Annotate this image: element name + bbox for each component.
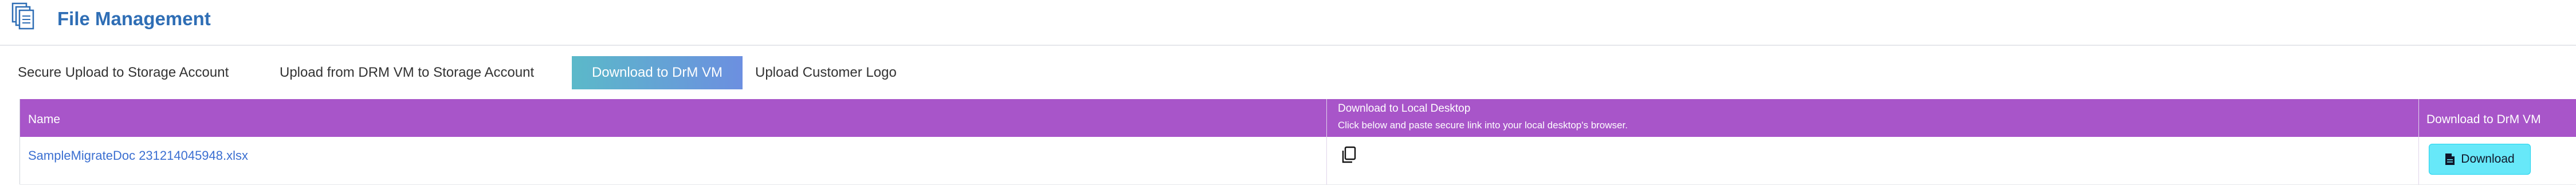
table-header: Name Download to Local Desktop Click bel… bbox=[20, 99, 2576, 137]
tab-upload-from-drm-vm[interactable]: Upload from DRM VM to Storage Account bbox=[280, 56, 534, 89]
tab-upload-customer-logo[interactable]: Upload Customer Logo bbox=[755, 56, 897, 89]
table-row: SampleMigrateDoc 231214045948.xlsx Downl… bbox=[20, 137, 2576, 185]
tab-bar: Secure Upload to Storage Account Upload … bbox=[0, 56, 2576, 89]
column-header-local-subtitle: Click below and paste secure link into y… bbox=[1338, 120, 1628, 131]
file-icon bbox=[2445, 153, 2455, 165]
page-header: File Management bbox=[0, 0, 2576, 46]
documents-icon bbox=[11, 2, 34, 30]
file-name-link[interactable]: SampleMigrateDoc 231214045948.xlsx bbox=[28, 148, 248, 163]
column-header-local-title: Download to Local Desktop bbox=[1338, 103, 1471, 115]
tab-download-to-drm-vm[interactable]: Download to DrM VM bbox=[572, 56, 743, 89]
copy-icon[interactable] bbox=[1339, 145, 1360, 166]
download-button[interactable]: Download bbox=[2429, 144, 2531, 175]
page-title: File Management bbox=[57, 8, 211, 29]
column-header-local-desktop: Download to Local Desktop Click below an… bbox=[1338, 103, 1628, 140]
download-button-label: Download bbox=[2461, 152, 2515, 166]
files-table: Name Download to Local Desktop Click bel… bbox=[19, 99, 2576, 185]
tab-secure-upload[interactable]: Secure Upload to Storage Account bbox=[18, 56, 229, 89]
